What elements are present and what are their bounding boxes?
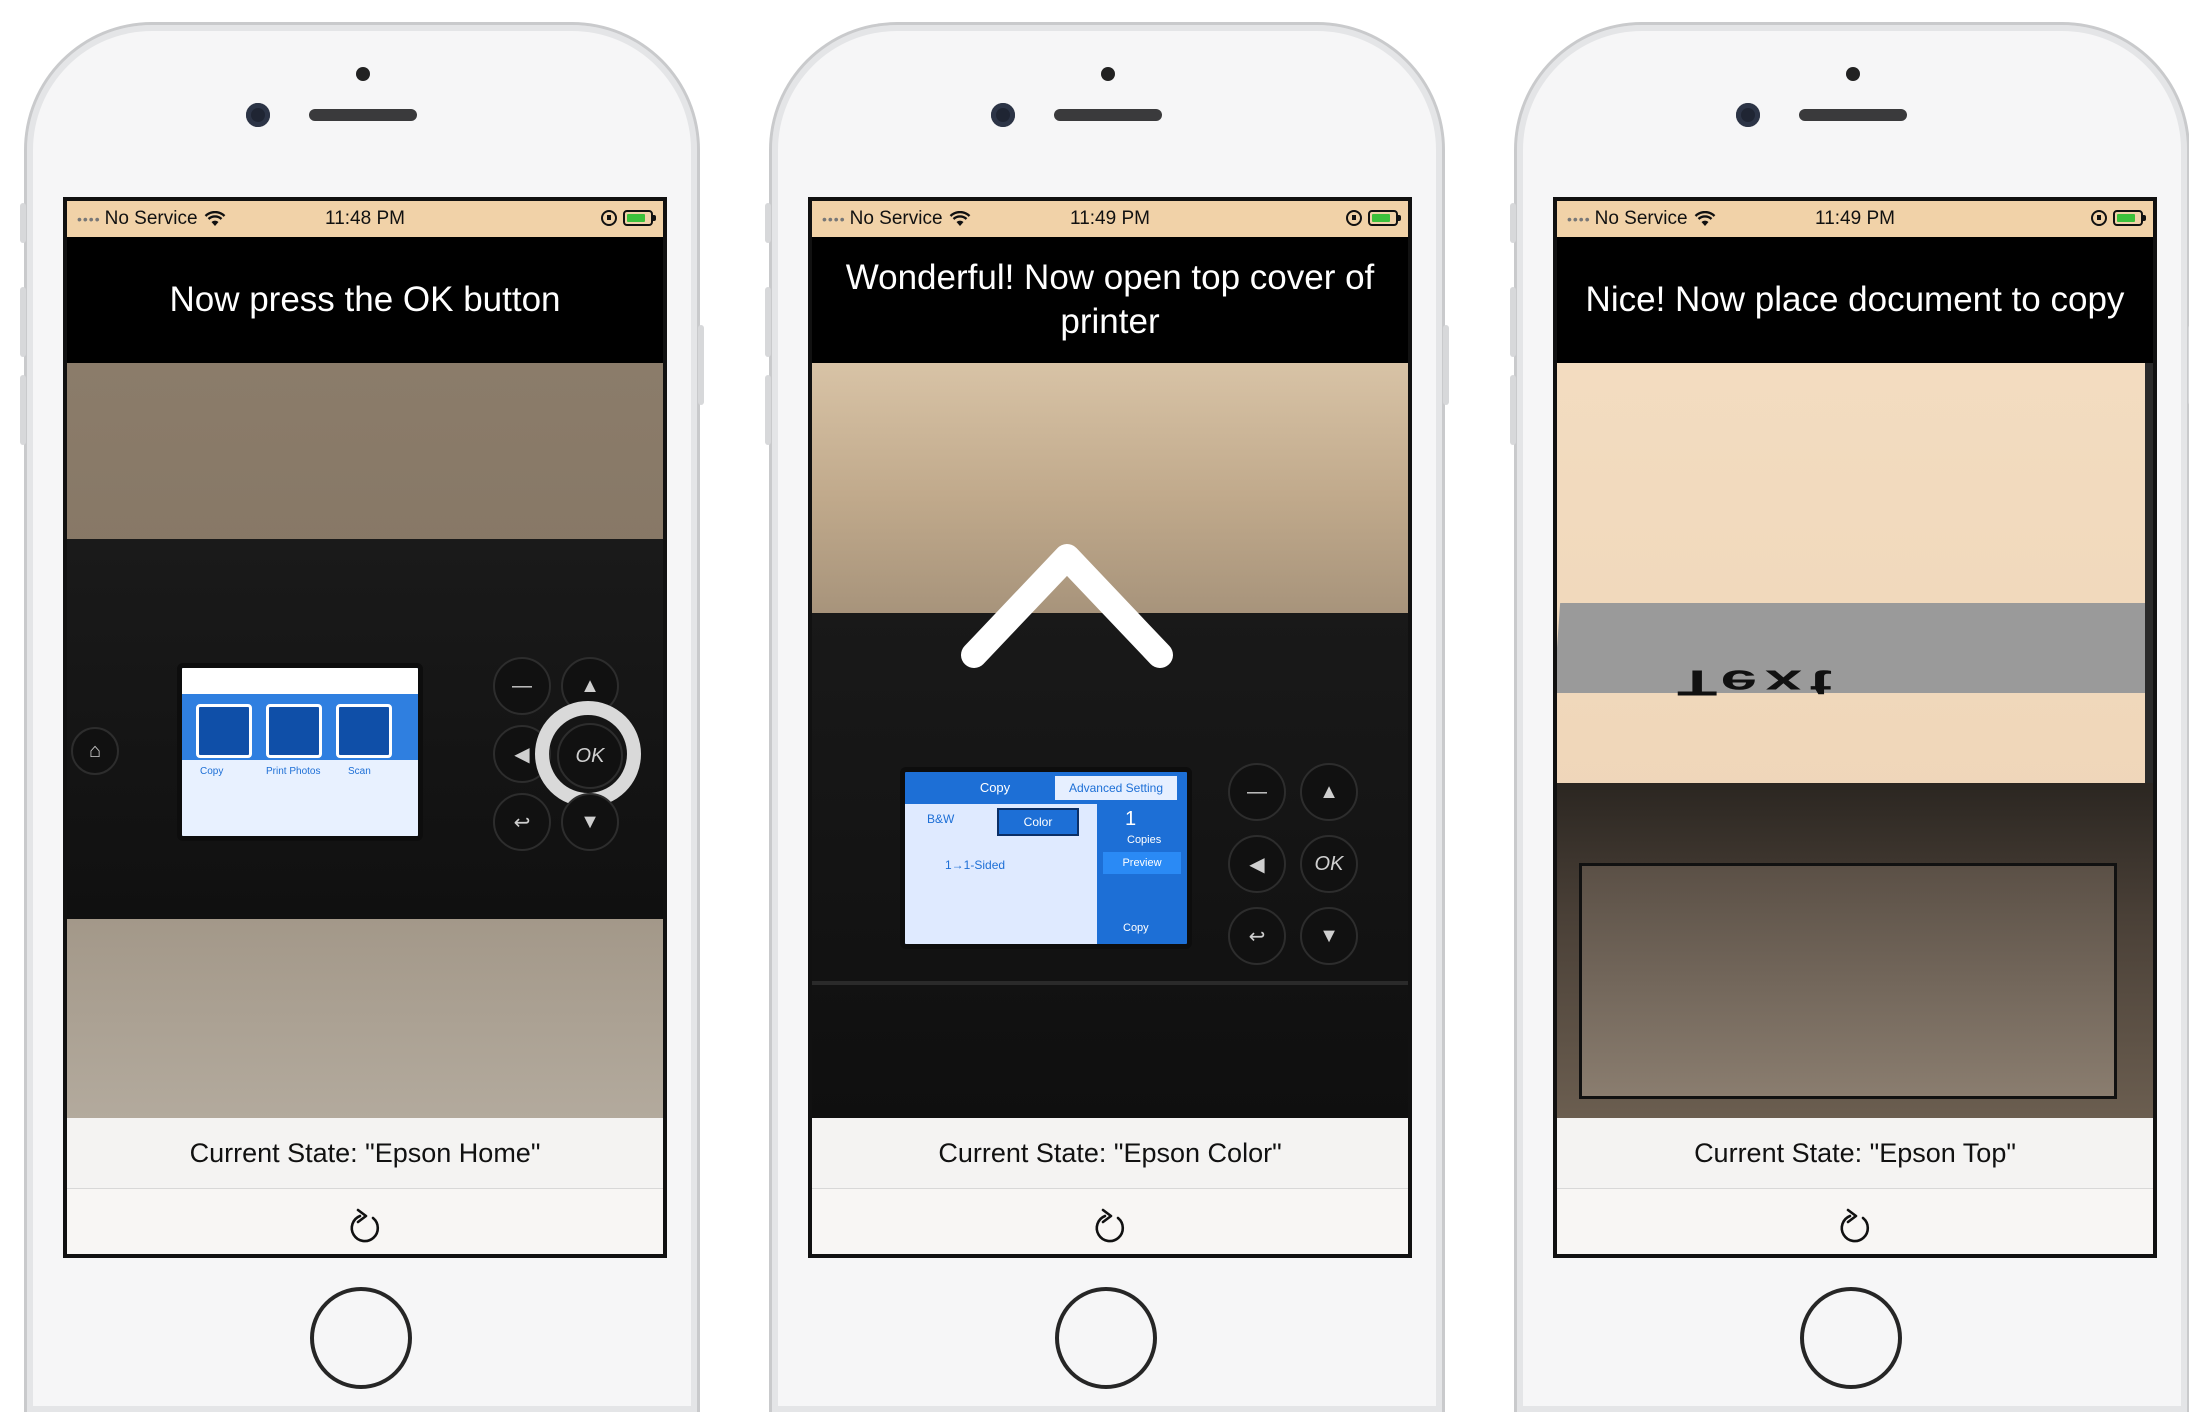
lcd-tile-copy <box>196 704 252 758</box>
printer-lcd-screen: Copy Advanced Setting B&W Color 1 Copies… <box>900 767 1192 949</box>
lcd-copies-value: 1 <box>1125 808 1137 830</box>
printer-minus-button: — <box>493 657 551 715</box>
printer-down-button: ▼ <box>1300 907 1358 965</box>
proximity-sensor <box>1846 67 1860 81</box>
printer-ok-button: OK <box>1300 835 1358 893</box>
current-state-label: Current State: "Epson Color" <box>938 1137 1282 1168</box>
printer-left-button: ◀ <box>1228 835 1286 893</box>
printer-lcd-screen: Copy Print Photos Scan <box>177 663 423 841</box>
rotation-lock-icon <box>1346 209 1362 226</box>
lcd-tile-scan <box>336 704 392 758</box>
printer-back-button: ↩ <box>1228 907 1286 965</box>
earpiece-speaker <box>1799 109 1907 121</box>
screen: •••• No Service 11:49 PM Nice! Now place … <box>1553 197 2157 1258</box>
bottom-toolbar <box>67 1189 663 1254</box>
printer-down-button: ▼ <box>561 793 619 851</box>
ar-paper-plane <box>1557 603 2153 693</box>
power-button <box>698 325 704 405</box>
battery-charging-icon <box>623 209 656 226</box>
rotation-lock-icon <box>2091 209 2107 226</box>
earpiece-speaker <box>1054 109 1162 121</box>
phone-frame-2: •••• No Service 11:49 PM Wonderful! Now o… <box>765 22 1449 1412</box>
current-state-label: Current State: "Epson Top" <box>1694 1137 2016 1168</box>
volume-down-button <box>1510 375 1516 445</box>
current-state-label: Current State: "Epson Home" <box>189 1137 541 1168</box>
lcd-copy-button: Copy <box>1123 922 1149 934</box>
front-camera <box>246 103 270 127</box>
status-right <box>1346 207 1401 229</box>
volume-down-button <box>765 375 771 445</box>
lcd-sided-option: 1→1-Sided <box>945 858 1006 872</box>
proximity-sensor <box>1101 67 1115 81</box>
bottom-toolbar <box>812 1189 1408 1254</box>
front-camera <box>991 103 1015 127</box>
printer-up-button: ▲ <box>1300 763 1358 821</box>
screen: •••• No Service 11:48 PM Now press the OK… <box>63 197 667 1258</box>
lcd-label-copy: Copy <box>200 766 224 777</box>
refresh-icon[interactable] <box>1092 1207 1128 1245</box>
refresh-icon[interactable] <box>1837 1207 1873 1245</box>
lcd-tab-copy: Copy <box>979 780 1011 795</box>
status-right <box>601 207 656 229</box>
home-button[interactable] <box>310 1287 412 1389</box>
proximity-sensor <box>356 67 370 81</box>
current-state-bar: Current State: "Epson Top" <box>1557 1118 2153 1189</box>
status-time: 11:49 PM <box>1070 208 1150 229</box>
ar-3d-text: Text <box>1677 662 1840 704</box>
earpiece-speaker <box>309 109 417 121</box>
scanner-glass <box>1579 863 2117 1099</box>
ar-camera-view[interactable]: Text <box>1557 363 2153 1118</box>
rotation-lock-icon <box>601 209 617 226</box>
mute-switch <box>765 203 771 243</box>
lcd-label-scan: Scan <box>348 766 371 777</box>
status-right <box>2091 207 2146 229</box>
status-bar: •••• No Service 11:48 PM <box>67 201 663 237</box>
phone-frame-1: •••• No Service 11:48 PM Now press the OK… <box>20 22 704 1412</box>
battery-charging-icon <box>2113 209 2146 226</box>
lcd-tab-advanced: Advanced Setting <box>1055 776 1177 800</box>
status-bar: •••• No Service 11:49 PM <box>1557 201 2153 237</box>
printer-back-button: ↩ <box>493 793 551 851</box>
battery-charging-icon <box>1368 209 1401 226</box>
volume-up-button <box>1510 287 1516 357</box>
volume-up-button <box>20 287 26 357</box>
phone-frame-3: •••• No Service 11:49 PM Nice! Now place … <box>1510 22 2189 1412</box>
status-bar: •••• No Service 11:49 PM <box>812 201 1408 237</box>
printer-base <box>67 919 663 1118</box>
lcd-color-option: Color <box>997 808 1079 836</box>
right-edge-dark <box>2145 363 2153 783</box>
current-state-bar: Current State: "Epson Home" <box>67 1118 663 1189</box>
lcd-preview-button: Preview <box>1103 852 1181 874</box>
front-camera <box>1736 103 1760 127</box>
bottom-toolbar <box>1557 1189 2153 1254</box>
ar-camera-view[interactable]: Copy Advanced Setting B&W Color 1 Copies… <box>812 363 1408 1118</box>
ok-label: OK <box>1314 852 1344 875</box>
lcd-label-print-photos: Print Photos <box>266 766 321 777</box>
current-state-bar: Current State: "Epson Color" <box>812 1118 1408 1189</box>
volume-up-button <box>765 287 771 357</box>
lcd-bw-option: B&W <box>927 812 955 826</box>
power-button <box>1443 325 1449 405</box>
mute-switch <box>20 203 26 243</box>
panel-seam <box>812 981 1408 985</box>
status-time: 11:48 PM <box>325 208 405 229</box>
home-button[interactable] <box>1055 1287 1157 1389</box>
lcd-tile-print-photos <box>266 704 322 758</box>
refresh-icon[interactable] <box>347 1207 383 1245</box>
printer-home-button: ⌂ <box>71 727 119 775</box>
up-arrow-overlay <box>961 544 1173 668</box>
instruction-banner: Wonderful! Now open top cover of printer <box>812 237 1408 363</box>
screen: •••• No Service 11:49 PM Wonderful! Now o… <box>808 197 1412 1258</box>
instruction-banner: Now press the OK button <box>67 237 663 363</box>
lcd-copies-label: Copies <box>1127 834 1162 846</box>
lcd-topbar <box>182 668 418 694</box>
printer-minus-button: — <box>1228 763 1286 821</box>
home-button[interactable] <box>1800 1287 1902 1389</box>
ar-camera-view[interactable]: ⌂ Copy Print Photos Scan — ▲ ◀ OK ↩ ▼ <box>67 363 663 1118</box>
status-time: 11:49 PM <box>1815 208 1895 229</box>
instruction-banner: Nice! Now place document to copy <box>1557 237 2153 363</box>
mute-switch <box>1510 203 1516 243</box>
volume-down-button <box>20 375 26 445</box>
ok-highlight-ring <box>535 701 641 807</box>
